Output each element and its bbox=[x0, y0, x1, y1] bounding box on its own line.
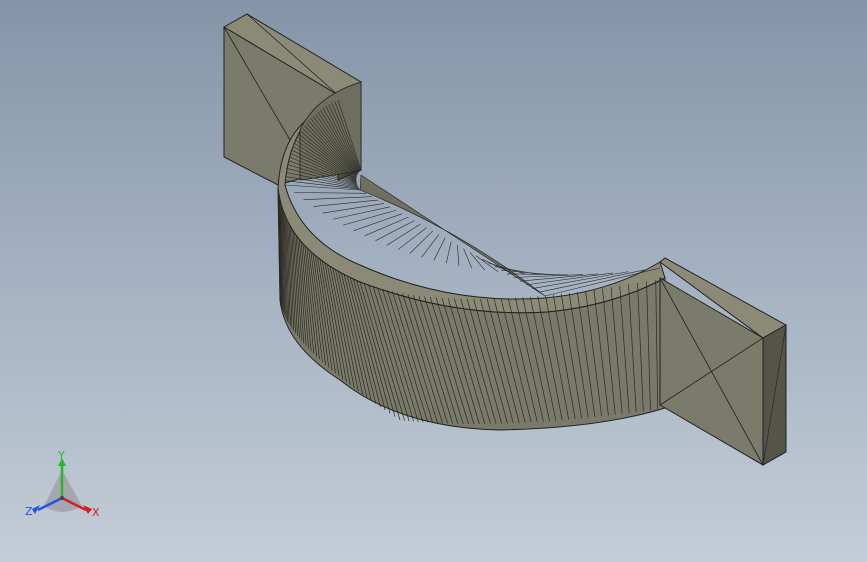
inner-facet-line bbox=[421, 234, 440, 258]
coordinate-triad: Y X Z bbox=[25, 449, 100, 519]
inner-facet-line bbox=[445, 241, 452, 264]
inner-facet-line bbox=[457, 245, 460, 266]
inner-facet-line bbox=[303, 196, 373, 200]
triad-x-label: X bbox=[92, 506, 100, 519]
inner-facet-line bbox=[397, 227, 427, 250]
3d-model-clip-part[interactable] bbox=[0, 0, 867, 562]
inner-facet-line bbox=[343, 209, 397, 226]
inner-facet-line bbox=[353, 213, 403, 231]
triad-z-label: Z bbox=[25, 505, 33, 518]
right-tab bbox=[659, 257, 788, 466]
inner-facet-line bbox=[386, 223, 421, 246]
inner-facet-line bbox=[463, 248, 472, 269]
inner-facet-line bbox=[313, 199, 379, 207]
inner-facet-line bbox=[294, 192, 367, 194]
inner-facet-line bbox=[433, 237, 446, 261]
graphics-viewport[interactable]: Y X Z bbox=[0, 0, 867, 562]
triad-y-label: Y bbox=[57, 449, 65, 462]
inner-facet-line bbox=[332, 206, 391, 220]
inner-facet-line bbox=[409, 230, 434, 254]
inner-facet-line bbox=[364, 216, 409, 237]
inner-facet-line bbox=[494, 266, 540, 275]
inner-facet-line bbox=[285, 176, 360, 189]
inner-facet-line bbox=[375, 220, 415, 242]
